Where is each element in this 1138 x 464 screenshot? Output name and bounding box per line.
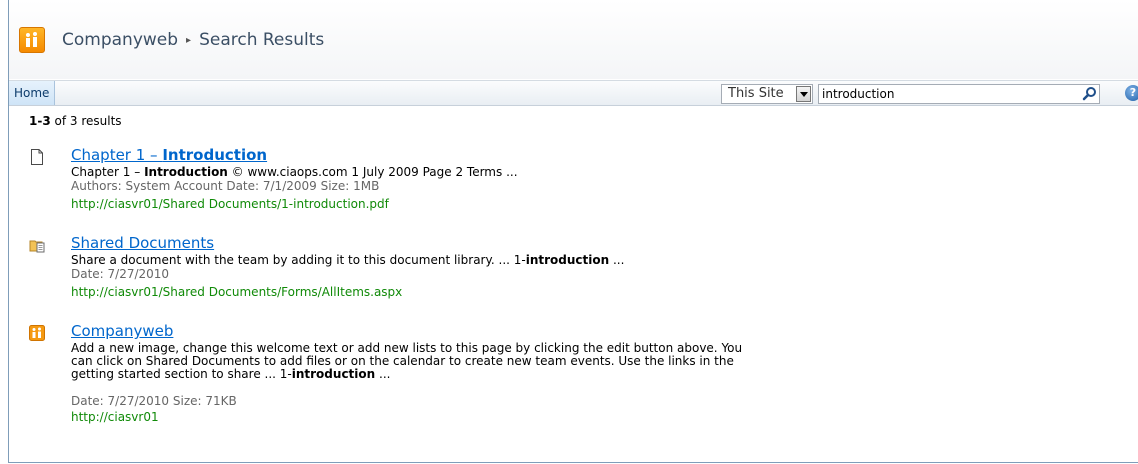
desc-hit: introduction: [525, 253, 610, 267]
desc-text: ...: [609, 253, 625, 267]
search-result: Companyweb Add a new image, change this …: [29, 322, 751, 424]
dropdown-arrow-icon[interactable]: [796, 86, 811, 102]
search-scope-value: This Site: [728, 86, 784, 101]
result-description: Share a document with the team by adding…: [71, 254, 751, 267]
result-title-hit: Introduction: [162, 146, 268, 164]
result-metadata: Date: 7/27/2010 Size: 71KB: [71, 394, 237, 408]
result-url[interactable]: http://ciasvr01/Shared Documents/1-intro…: [71, 197, 389, 211]
result-metadata: Authors: System Account Date: 7/1/2009 S…: [71, 179, 380, 193]
desc-hit: Introduction: [144, 165, 228, 179]
result-description: Add a new image, change this welcome tex…: [71, 342, 751, 381]
result-metadata: Date: 7/27/2010: [71, 267, 170, 281]
result-total: of 3 results: [50, 114, 122, 128]
site-logo-icon[interactable]: [19, 27, 45, 53]
result-title-link[interactable]: Chapter 1 – Introduction: [71, 146, 267, 164]
page-frame: Companyweb ▸ Search Results Home This Site…: [8, 0, 1138, 463]
desc-hit: introduction: [291, 367, 376, 381]
breadcrumb-site[interactable]: Companyweb: [62, 30, 178, 50]
help-icon[interactable]: ?: [1125, 85, 1138, 101]
site-icon: [29, 325, 45, 341]
search-icon[interactable]: [1082, 86, 1098, 102]
breadcrumb-separator: ▸: [186, 35, 192, 46]
search-result: Shared Documents Share a document with t…: [29, 234, 749, 304]
breadcrumb: Companyweb ▸ Search Results: [62, 30, 324, 50]
breadcrumb-page: Search Results: [199, 30, 325, 50]
desc-text: ...: [375, 367, 391, 381]
desc-text: Share a document with the team by adding…: [71, 253, 526, 267]
result-url[interactable]: http://ciasvr01: [71, 410, 159, 424]
document-library-icon: [29, 237, 45, 253]
search-scope-select[interactable]: This Site: [721, 84, 813, 104]
result-count: 1-3 of 3 results: [29, 114, 122, 128]
desc-text: Add a new image, change this welcome tex…: [71, 341, 743, 381]
search-result: Chapter 1 – Introduction Chapter 1 – Int…: [29, 146, 749, 216]
result-range: 1-3: [29, 114, 51, 128]
top-nav-bar: Home This Site introduction ?: [9, 80, 1138, 106]
result-url[interactable]: http://ciasvr01/Shared Documents/Forms/A…: [71, 285, 402, 299]
desc-text: Chapter 1 –: [71, 165, 145, 179]
title-bar: Companyweb ▸ Search Results: [9, 0, 1138, 79]
tab-home[interactable]: Home: [9, 81, 56, 105]
result-description: Chapter 1 – Introduction © www.ciaops.co…: [71, 166, 751, 179]
document-icon: [29, 149, 45, 165]
result-title-text: Chapter 1 –: [71, 146, 163, 164]
result-title-link[interactable]: Companyweb: [71, 322, 173, 340]
desc-text: © www.ciaops.com 1 July 2009 Page 2 Term…: [227, 165, 518, 179]
search-input[interactable]: introduction: [818, 84, 1100, 104]
result-title-link[interactable]: Shared Documents: [71, 234, 214, 252]
